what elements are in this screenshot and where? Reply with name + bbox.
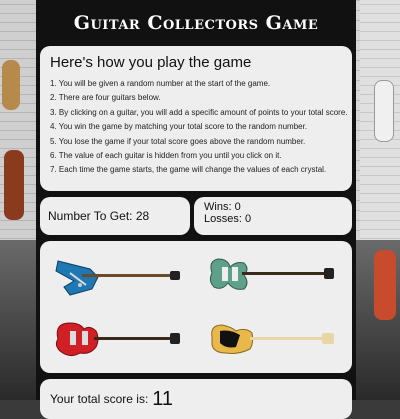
total-score-label: Your total score is: bbox=[50, 392, 149, 406]
record-panel: Wins: 0 Losses: 0 bbox=[194, 197, 352, 235]
target-label: Number To Get: bbox=[48, 209, 133, 223]
instruction-step: 3. By clicking on a guitar, you will add… bbox=[50, 107, 348, 117]
total-score-value: 11 bbox=[152, 387, 174, 410]
game-container: Guitar Collectors Game Here's how you pl… bbox=[36, 0, 356, 419]
instructions-heading: Here's how you play the game bbox=[50, 54, 252, 71]
red-les-paul-guitar-icon bbox=[55, 322, 180, 357]
total-score-panel: Your total score is: 11 bbox=[40, 379, 352, 419]
wall-guitar-right-lower bbox=[374, 250, 396, 320]
wins-label: Wins: bbox=[204, 201, 232, 213]
instruction-step: 5. You lose the game if your total score… bbox=[50, 136, 306, 146]
wall-guitar-left bbox=[4, 150, 24, 220]
instructions-list: 1. You will be given a random number at … bbox=[50, 79, 348, 175]
seafoam-sg-guitar-icon bbox=[209, 258, 334, 290]
guitars-panel bbox=[40, 241, 352, 373]
wins-value: 0 bbox=[234, 201, 241, 213]
instruction-step: 4. You win the game by matching your tot… bbox=[50, 122, 308, 132]
blue-explorer-guitar[interactable] bbox=[52, 247, 182, 303]
blue-explorer-guitar-icon bbox=[55, 260, 180, 296]
instruction-step: 1. You will be given a random number at … bbox=[50, 79, 271, 88]
page-title: Guitar Collectors Game bbox=[73, 12, 319, 34]
wall-guitar-left-upper bbox=[2, 60, 20, 110]
losses-label: Losses: bbox=[204, 213, 242, 225]
losses-value: 0 bbox=[244, 213, 252, 225]
instructions-panel: Here's how you play the game 1. You will… bbox=[40, 46, 352, 191]
butterscotch-telecaster-guitar[interactable] bbox=[206, 311, 336, 367]
instruction-step: 7. Each time the game starts, the game w… bbox=[50, 165, 327, 175]
instruction-step: 6. The value of each guitar is hidden fr… bbox=[50, 150, 282, 160]
wall-guitar-right bbox=[374, 80, 394, 142]
seafoam-sg-guitar[interactable] bbox=[206, 247, 336, 303]
red-les-paul-guitar[interactable] bbox=[52, 311, 182, 367]
target-value: 28 bbox=[135, 209, 150, 223]
instruction-step: 2. There are four guitars below. bbox=[50, 93, 161, 103]
butterscotch-telecaster-guitar-icon bbox=[211, 324, 334, 354]
target-number-panel: Number To Get: 28 bbox=[40, 197, 190, 235]
